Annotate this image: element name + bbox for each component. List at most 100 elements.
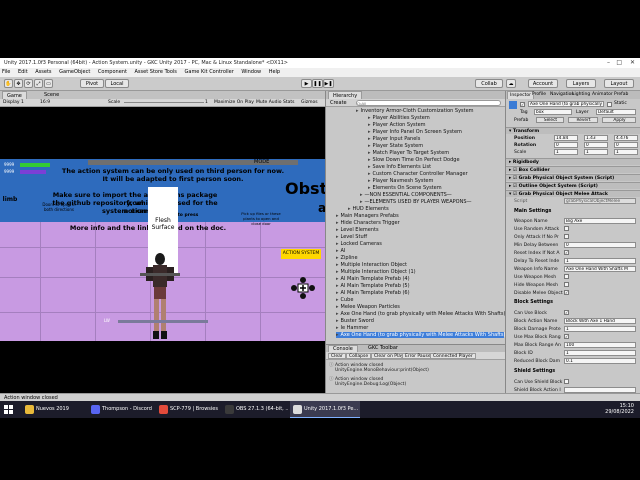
hierarchy-item[interactable]: ▸ Player Input Panels: [368, 136, 504, 142]
rotate-tool-icon[interactable]: ⟳: [24, 79, 33, 88]
expand-arrow-icon[interactable]: ▸: [336, 234, 339, 240]
expand-arrow-icon[interactable]: ▸: [336, 304, 339, 310]
tab-prefab[interactable]: Prefab: [612, 91, 630, 99]
gameobject-name-field[interactable]: Axe One Hand (to grab physically: [528, 101, 604, 107]
expand-arrow-icon[interactable]: ▸: [336, 241, 339, 247]
expand-arrow-icon[interactable]: ▸: [368, 129, 371, 135]
cloud-icon[interactable]: ☁: [506, 79, 516, 88]
field-input[interactable]: 100: [564, 342, 636, 348]
hierarchy-item[interactable]: ▸ Inventory Armor-Cloth Customization Sys…: [356, 108, 504, 114]
grab-physical-object-system-header[interactable]: ▸ ☑ Grab Physical Object System (Script): [506, 174, 640, 181]
taskbar-app[interactable]: Unity 2017.1.0f3 Pe...: [290, 401, 360, 418]
field-input[interactable]: 1: [564, 350, 636, 356]
field-checkbox[interactable]: ✓: [564, 334, 569, 339]
rotation-x-field[interactable]: 0: [554, 142, 578, 148]
hierarchy-item[interactable]: ▸ Player State System: [368, 143, 504, 149]
expand-arrow-icon[interactable]: ▸: [336, 311, 339, 317]
expand-arrow-icon[interactable]: ▸: [368, 136, 371, 142]
taskbar-app[interactable]: SCP-779 | Browsies ...: [156, 401, 220, 418]
menu-component[interactable]: Component: [98, 69, 127, 75]
layer-dropdown[interactable]: Default: [596, 109, 636, 115]
hierarchy-item[interactable]: ▸ Elements On Scene System: [368, 185, 504, 191]
expand-arrow-icon[interactable]: ▸: [336, 227, 339, 233]
account-dropdown[interactable]: Account: [528, 79, 558, 88]
box-collider-header[interactable]: ▸ ☑ Box Collider: [506, 166, 640, 173]
scale-z-field[interactable]: 1: [614, 149, 638, 155]
hierarchy-item[interactable]: ▸ Buster Sword: [336, 318, 504, 324]
game-viewport[interactable]: MODE 9999 9999 The action system can be …: [0, 107, 325, 341]
hierarchy-item[interactable]: ▸ Cube: [336, 297, 504, 303]
console-collapse-button[interactable]: Collapse: [346, 353, 372, 359]
scale-slider[interactable]: [124, 102, 204, 103]
expand-arrow-icon[interactable]: ▸: [336, 213, 339, 219]
menu-asset-store-tools[interactable]: Asset Store Tools: [135, 69, 177, 75]
hierarchy-create-dropdown[interactable]: Create: [330, 100, 347, 106]
menu-assets[interactable]: Assets: [35, 69, 51, 75]
expand-arrow-icon[interactable]: ▸: [336, 283, 339, 289]
menu-file[interactable]: File: [2, 69, 10, 75]
taskbar-app[interactable]: Thompson - Discord: [88, 401, 154, 418]
tab-gkc-toolbar[interactable]: GKC Toolbar: [364, 345, 402, 352]
hierarchy-item[interactable]: ▸ Zipline: [336, 255, 504, 261]
expand-arrow-icon[interactable]: ▸: [368, 122, 371, 128]
expand-arrow-icon[interactable]: ▸: [368, 143, 371, 149]
layout-dropdown[interactable]: Layout: [604, 79, 634, 88]
local-toggle[interactable]: Local: [105, 79, 129, 88]
prefab-select-button[interactable]: Select: [536, 117, 564, 123]
close-icon[interactable]: ✕: [630, 58, 635, 68]
layers-dropdown[interactable]: Layers: [566, 79, 596, 88]
menu-window[interactable]: Window: [241, 69, 261, 75]
mute-audio-toggle[interactable]: Mute Audio: [256, 100, 282, 105]
tag-dropdown[interactable]: box: [534, 109, 572, 115]
hierarchy-item[interactable]: ▸ Axe One Hand (to grab physically with M…: [336, 311, 505, 317]
menu-help[interactable]: Help: [269, 69, 280, 75]
expand-arrow-icon[interactable]: ▸: [368, 157, 371, 163]
hierarchy-item[interactable]: ▸ Melee Weapon Particles: [336, 304, 504, 310]
rect-tool-icon[interactable]: ▭: [44, 79, 53, 88]
expand-arrow-icon[interactable]: ▸: [336, 248, 339, 254]
hierarchy-item[interactable]: ▸ Custom Character Controller Manager: [368, 171, 504, 177]
field-checkbox[interactable]: ✓: [564, 290, 569, 295]
maximize-icon[interactable]: □: [616, 58, 622, 68]
scale-x-field[interactable]: 1: [554, 149, 578, 155]
hierarchy-item[interactable]: ▸ —ELEMENTS USED BY PLAYER WEAPONS—: [360, 199, 504, 205]
rigidbody-header[interactable]: ▸ Rigidbody: [506, 158, 640, 165]
expand-arrow-icon[interactable]: ▸: [336, 220, 339, 226]
menu-edit[interactable]: Edit: [18, 69, 28, 75]
tab-profile[interactable]: Profile: [530, 91, 548, 99]
stats-toggle[interactable]: Stats: [283, 100, 295, 105]
field-input[interactable]: 0.1: [564, 358, 636, 364]
scale-tool-icon[interactable]: ⤢: [34, 79, 43, 88]
field-checkbox[interactable]: ✓: [564, 310, 569, 315]
field-checkbox[interactable]: [564, 274, 569, 279]
pause-icon[interactable]: ❚❚: [312, 79, 323, 88]
hand-tool-icon[interactable]: ✋: [4, 79, 13, 88]
expand-arrow-icon[interactable]: ▸: [368, 185, 371, 191]
field-input[interactable]: 0: [564, 242, 636, 248]
expand-arrow-icon[interactable]: ▸: [336, 290, 339, 296]
expand-arrow-icon[interactable]: ▸: [360, 192, 363, 198]
taskbar-app[interactable]: OBS 27.1.3 (64-bit, ...: [222, 401, 288, 418]
minimize-icon[interactable]: –: [607, 58, 610, 68]
gizmos-dropdown[interactable]: Gizmos: [301, 100, 318, 105]
expand-arrow-icon[interactable]: ▸: [368, 171, 371, 177]
field-checkbox[interactable]: [564, 234, 569, 239]
rotation-z-field[interactable]: 0: [614, 142, 638, 148]
hierarchy-item[interactable]: ▸ Player Abilities System: [368, 115, 504, 121]
console-clear-button[interactable]: Clear: [328, 353, 346, 359]
hierarchy-item[interactable]: ▸ —NON ESSENTIAL COMPONENTS—: [360, 192, 504, 198]
expand-arrow-icon[interactable]: ▸: [348, 206, 351, 212]
static-checkbox[interactable]: [607, 102, 612, 107]
position-y-field[interactable]: 1.43: [584, 135, 608, 141]
hierarchy-item[interactable]: ▸ AI Main Template Prefab (4): [336, 276, 504, 282]
scale-y-field[interactable]: 1: [584, 149, 608, 155]
expand-arrow-icon[interactable]: ▸: [336, 269, 339, 275]
maximize-on-play-toggle[interactable]: Maximize On Play: [214, 100, 254, 105]
hierarchy-item[interactable]: ▸ Axe One Hand (to grab physically with M…: [336, 332, 505, 338]
gameobject-active-checkbox[interactable]: ✓: [520, 102, 525, 107]
position-z-field[interactable]: 4.476: [614, 135, 638, 141]
play-icon[interactable]: ▶: [301, 79, 312, 88]
field-checkbox[interactable]: [564, 226, 569, 231]
menu-game-kit-controller[interactable]: Game Kit Controller: [185, 69, 234, 75]
hierarchy-item[interactable]: ▸ Level Elements: [336, 227, 504, 233]
